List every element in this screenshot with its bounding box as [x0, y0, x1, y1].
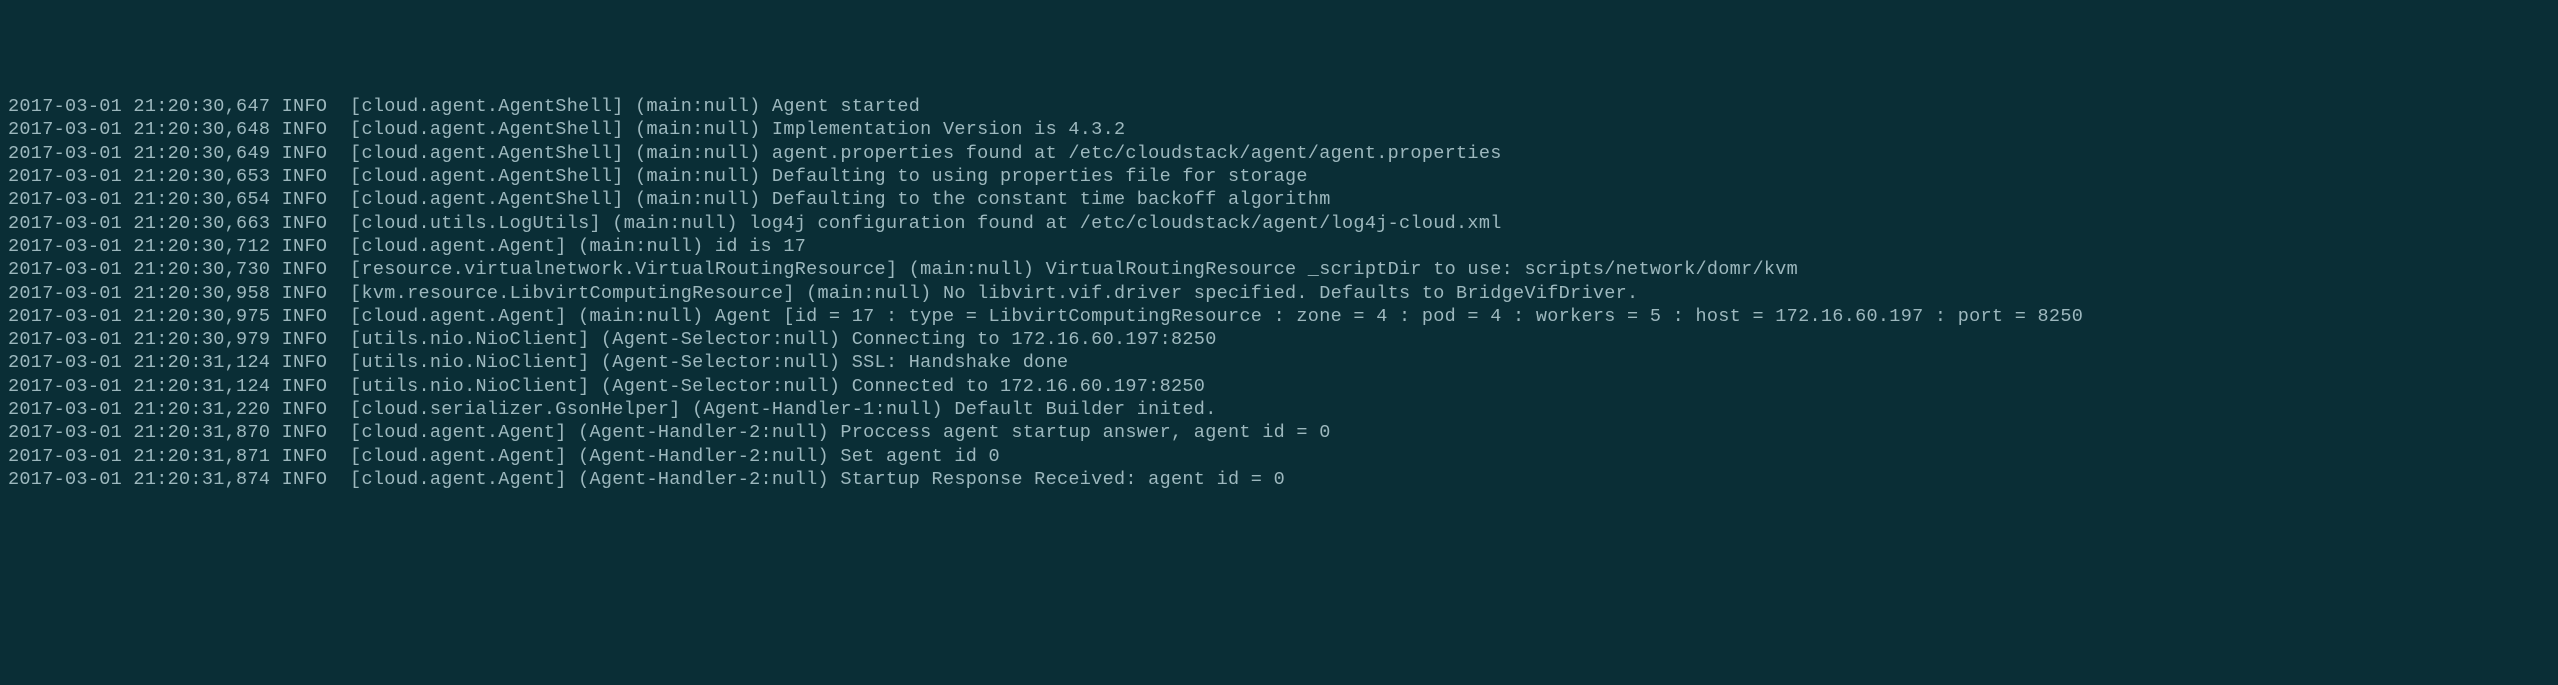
log-line: 2017-03-01 21:20:31,220 INFO [cloud.seri… — [8, 398, 2550, 421]
log-line: 2017-03-01 21:20:30,979 INFO [utils.nio.… — [8, 328, 2550, 351]
log-line: 2017-03-01 21:20:30,649 INFO [cloud.agen… — [8, 142, 2550, 165]
log-line: 2017-03-01 21:20:30,663 INFO [cloud.util… — [8, 212, 2550, 235]
log-output-container: 2017-03-01 21:20:30,647 INFO [cloud.agen… — [8, 95, 2550, 491]
log-line: 2017-03-01 21:20:30,712 INFO [cloud.agen… — [8, 235, 2550, 258]
log-line: 2017-03-01 21:20:30,730 INFO [resource.v… — [8, 258, 2550, 281]
log-line: 2017-03-01 21:20:31,874 INFO [cloud.agen… — [8, 468, 2550, 491]
log-line: 2017-03-01 21:20:31,870 INFO [cloud.agen… — [8, 421, 2550, 444]
log-line: 2017-03-01 21:20:30,653 INFO [cloud.agen… — [8, 165, 2550, 188]
log-line: 2017-03-01 21:20:31,124 INFO [utils.nio.… — [8, 351, 2550, 374]
log-line: 2017-03-01 21:20:30,647 INFO [cloud.agen… — [8, 95, 2550, 118]
log-line: 2017-03-01 21:20:30,975 INFO [cloud.agen… — [8, 305, 2550, 328]
log-line: 2017-03-01 21:20:30,654 INFO [cloud.agen… — [8, 188, 2550, 211]
log-line: 2017-03-01 21:20:30,648 INFO [cloud.agen… — [8, 118, 2550, 141]
log-line: 2017-03-01 21:20:31,871 INFO [cloud.agen… — [8, 445, 2550, 468]
log-line: 2017-03-01 21:20:31,124 INFO [utils.nio.… — [8, 375, 2550, 398]
log-line: 2017-03-01 21:20:30,958 INFO [kvm.resour… — [8, 282, 2550, 305]
